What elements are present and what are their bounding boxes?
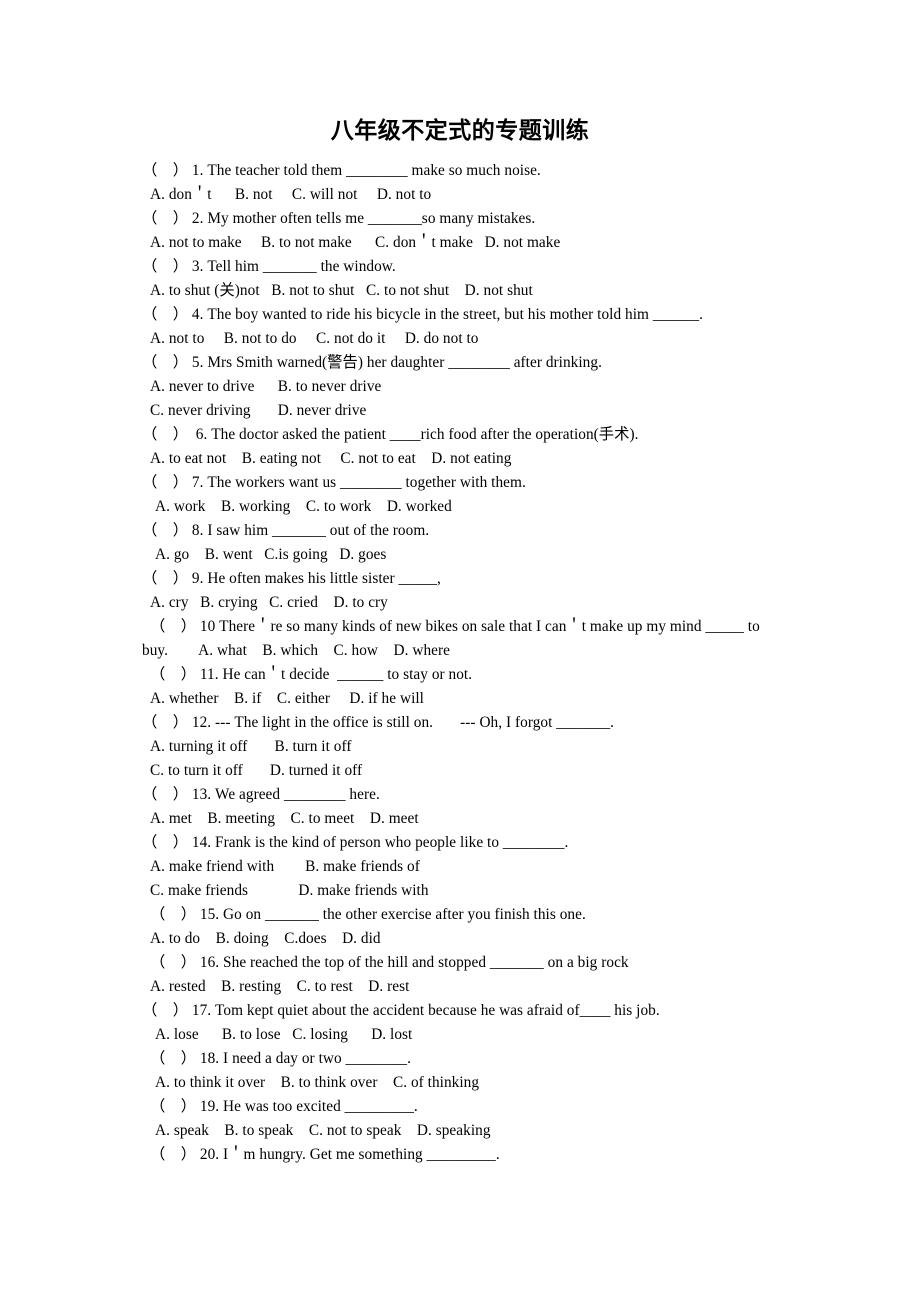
question-line: （ ） 17. Tom kept quiet about the acciden… [142,1002,660,1019]
option-line: A. never to drive B. to never drive [150,378,382,395]
option-line: A. to think it over B. to think over C. … [155,1074,480,1091]
option-line: C. never driving D. never drive [150,402,367,419]
option-line: A. to do B. doing C.does D. did [150,930,381,947]
option-line: A. go B. went C.is going D. goes [155,546,387,563]
option-line: A. don＇t B. not C. will not D. not to [150,186,432,203]
question-line: （ ） 9. He often makes his little sister … [142,570,441,587]
option-line: A. turning it off B. turn it off [150,738,352,755]
question-list: （ ） 1. The teacher told them ________ ma… [0,159,920,1167]
page-title: 八年级不定式的专题训练 [330,118,590,143]
question-line: （ ） 18. I need a day or two ________. [150,1050,412,1067]
question-line: （ ） 19. He was too excited _________. [150,1098,418,1115]
question-line: （ ） 12. --- The light in the office is s… [142,714,615,731]
question-line: （ ） 11. He can＇t decide ______ to stay o… [150,666,473,683]
question-line: （ ） 20. I＇m hungry. Get me something ___… [150,1146,500,1163]
question-line: （ ） 4. The boy wanted to ride his bicycl… [142,306,703,323]
question-line: （ ） 10 There＇re so many kinds of new bik… [150,618,760,635]
option-line: A. lose B. to lose C. losing D. lost [155,1026,413,1043]
option-line: A. to eat not B. eating not C. not to ea… [150,450,512,467]
option-line: C. make friends D. make friends with [150,882,429,899]
question-line: （ ） 14. Frank is the kind of person who … [142,834,569,851]
option-line: C. to turn it off D. turned it off [150,762,363,779]
option-line: A. cry B. crying C. cried D. to cry [150,594,388,611]
question-line: （ ） 2. My mother often tells me _______s… [142,210,536,227]
question-line: （ ） 1. The teacher told them ________ ma… [142,162,541,179]
option-line: A. not to B. not to do C. not do it D. d… [150,330,479,347]
option-line: A. met B. meeting C. to meet D. meet [150,810,419,827]
document-page: 八年级不定式的专题训练 （ ） 1. The teacher told them… [0,0,920,1302]
option-line: A. make friend with B. make friends of [150,858,420,875]
option-line: A. speak B. to speak C. not to speak D. … [155,1122,491,1139]
wrapped-line: buy. A. what B. which C. how D. where [142,642,450,659]
question-line: （ ） 16. She reached the top of the hill … [150,954,629,971]
question-line: （ ） 5. Mrs Smith warned(警告) her daughter… [142,354,602,371]
question-line: （ ） 7. The workers want us ________ toge… [142,474,526,491]
question-line: （ ） 8. I saw him _______ out of the room… [142,522,430,539]
option-line: A. work B. working C. to work D. worked [155,498,452,515]
option-line: A. not to make B. to not make C. don＇t m… [150,234,561,251]
question-line: （ ） 6. The doctor asked the patient ____… [142,426,639,443]
option-line: A. rested B. resting C. to rest D. rest [150,978,410,995]
question-line: （ ） 3. Tell him _______ the window. [142,258,396,275]
option-line: A. to shut (关)not B. not to shut C. to n… [150,282,533,299]
question-line: （ ） 13. We agreed ________ here. [142,786,380,803]
question-line: （ ） 15. Go on _______ the other exercise… [150,906,586,923]
option-line: A. whether B. if C. either D. if he will [150,690,424,707]
